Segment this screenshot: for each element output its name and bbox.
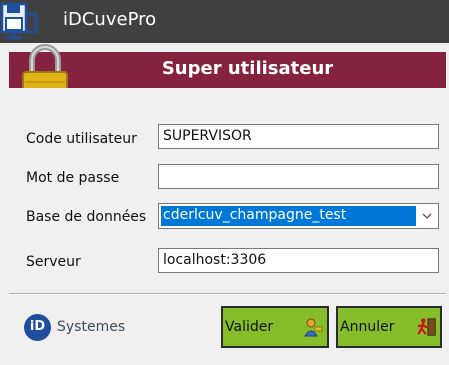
validate-button-label: Valider <box>225 319 274 335</box>
footer-divider <box>9 293 446 295</box>
company-logo: iD Systemes <box>24 314 144 342</box>
header-banner: Super utilisateur <box>9 52 446 88</box>
password-field[interactable] <box>158 164 439 189</box>
cancel-button-label: Annuler <box>340 319 395 335</box>
chevron-down-icon[interactable] <box>420 209 434 223</box>
database-select[interactable]: cderlcuv_champagne_test <box>158 203 439 229</box>
cancel-button[interactable]: Annuler <box>336 306 442 348</box>
database-label: Base de données <box>26 209 147 225</box>
logo-mark: iD <box>24 314 51 341</box>
user-code-label: Code utilisateur <box>26 131 137 147</box>
window-title: iDCuvePro <box>63 9 157 30</box>
banner-title: Super utilisateur <box>161 58 334 79</box>
validate-button[interactable]: Valider <box>221 306 329 348</box>
title-bar: iDCuvePro <box>0 0 449 43</box>
user-key-icon <box>304 318 323 337</box>
app-icon <box>0 2 38 40</box>
server-label: Serveur <box>26 254 81 270</box>
database-selected-value: cderlcuv_champagne_test <box>161 206 416 226</box>
server-field[interactable]: localhost:3306 <box>158 248 439 273</box>
logo-name: Systemes <box>57 319 126 335</box>
password-label: Mot de passe <box>26 170 120 186</box>
user-code-field[interactable]: SUPERVISOR <box>158 124 439 149</box>
login-window: iDCuvePro Super utilisateur Code utilisa… <box>0 0 449 365</box>
exit-person-icon <box>417 318 436 336</box>
logo-mark-text: iD <box>29 319 46 334</box>
